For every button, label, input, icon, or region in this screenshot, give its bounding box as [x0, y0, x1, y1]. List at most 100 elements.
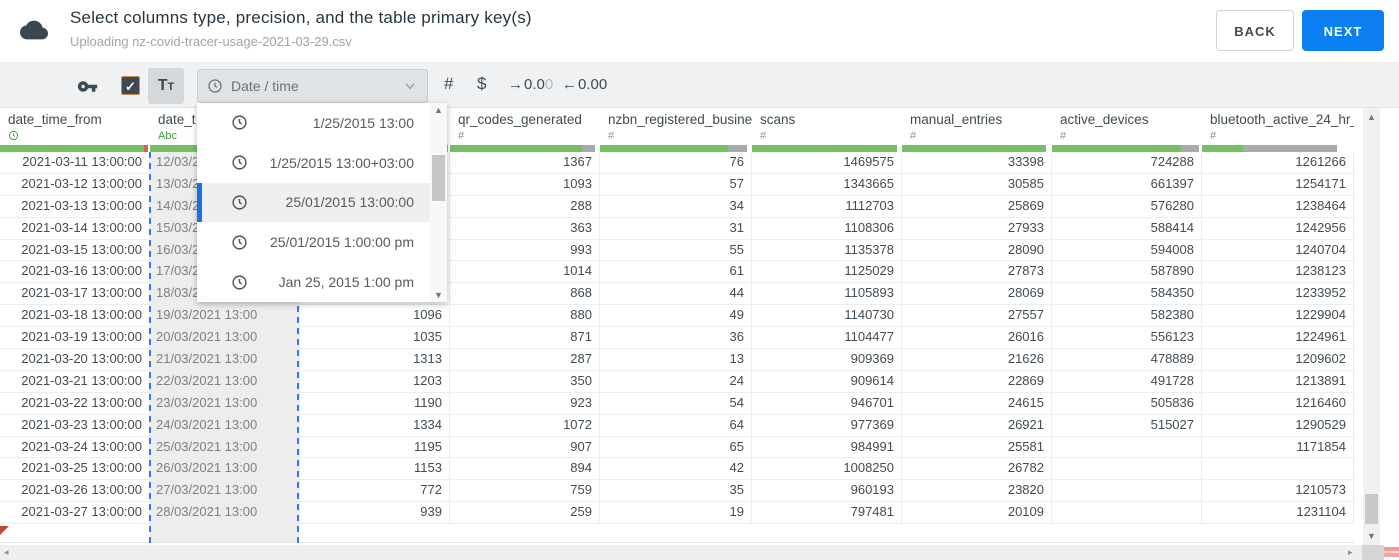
table-cell[interactable]: 491728 — [1052, 370, 1202, 392]
table-cell[interactable]: 594008 — [1052, 239, 1202, 261]
table-cell[interactable]: 576280 — [1052, 195, 1202, 217]
table-cell[interactable]: 478889 — [1052, 349, 1202, 370]
table-cell[interactable]: 1105893 — [752, 283, 902, 305]
dropdown-option[interactable]: 25/01/2015 13:00:00 — [197, 182, 430, 223]
table-cell[interactable]: 1290529 — [1202, 414, 1354, 436]
table-cell[interactable]: 36 — [600, 327, 752, 349]
table-cell[interactable]: 960193 — [752, 480, 902, 502]
table-cell[interactable]: 1190 — [300, 392, 450, 414]
column-header-qr_codes_generated[interactable]: qr_codes_generated # — [450, 108, 600, 145]
table-cell[interactable]: 19 — [600, 502, 752, 524]
table-cell[interactable]: 2021-03-27 13:00:00 — [0, 502, 150, 524]
table-cell[interactable]: 1334 — [300, 414, 450, 436]
table-cell[interactable]: 2021-03-16 13:00:00 — [0, 261, 150, 283]
table-cell[interactable]: 44 — [600, 283, 752, 305]
table-cell[interactable]: 33398 — [902, 152, 1052, 173]
table-cell[interactable]: 49 — [600, 305, 752, 327]
scroll-left-icon[interactable]: ◂ — [4, 547, 9, 558]
table-cell[interactable]: 30585 — [902, 173, 1052, 195]
table-cell[interactable]: 772 — [300, 480, 450, 502]
table-cell[interactable]: 28069 — [902, 283, 1052, 305]
table-cell[interactable]: 35 — [600, 480, 752, 502]
table-cell[interactable]: 584350 — [1052, 283, 1202, 305]
table-cell[interactable]: 2021-03-11 13:00:00 — [0, 152, 150, 173]
column-header-bluetooth_active_24_hr_[interactable]: bluetooth_active_24_hr_ # — [1202, 108, 1354, 145]
table-cell[interactable]: 1140730 — [752, 305, 902, 327]
table-cell[interactable]: 2021-03-19 13:00:00 — [0, 327, 150, 349]
table-cell[interactable]: 2021-03-13 13:00:00 — [0, 195, 150, 217]
table-cell[interactable]: 1238123 — [1202, 261, 1354, 283]
vertical-scroll-thumb[interactable] — [1365, 494, 1378, 524]
table-cell[interactable]: 993 — [450, 239, 600, 261]
table-cell[interactable]: 1224961 — [1202, 327, 1354, 349]
table-cell[interactable]: 13 — [600, 349, 752, 370]
table-cell[interactable]: 1171854 — [1202, 436, 1354, 458]
table-cell[interactable]: 880 — [450, 305, 600, 327]
table-cell[interactable]: 2021-03-24 13:00:00 — [0, 436, 150, 458]
column-header-nzbn_registered_busine[interactable]: nzbn_registered_busine # — [600, 108, 752, 145]
table-cell[interactable]: 28090 — [902, 239, 1052, 261]
table-cell[interactable]: 588414 — [1052, 217, 1202, 239]
table-cell[interactable]: 61 — [600, 261, 752, 283]
table-cell[interactable]: 25869 — [902, 195, 1052, 217]
primary-key-icon[interactable] — [77, 76, 98, 97]
scroll-up-icon[interactable]: ▲ — [1363, 112, 1380, 122]
table-cell[interactable]: 923 — [450, 392, 600, 414]
table-cell[interactable]: 24/03/2021 13:00 — [150, 414, 300, 436]
table-cell[interactable]: 1035 — [300, 327, 450, 349]
table-cell[interactable]: 1238464 — [1202, 195, 1354, 217]
table-cell[interactable]: 2021-03-12 13:00:00 — [0, 173, 150, 195]
table-cell[interactable] — [1052, 502, 1202, 524]
scroll-down-icon[interactable]: ▼ — [1363, 531, 1380, 541]
table-cell[interactable]: 1104477 — [752, 327, 902, 349]
table-cell[interactable]: 2021-03-14 13:00:00 — [0, 217, 150, 239]
table-cell[interactable]: 34 — [600, 195, 752, 217]
table-cell[interactable]: 350 — [450, 370, 600, 392]
table-cell[interactable]: 1242956 — [1202, 217, 1354, 239]
back-button[interactable]: BACK — [1216, 10, 1294, 51]
table-cell[interactable]: 1203 — [300, 370, 450, 392]
table-cell[interactable]: 2021-03-23 13:00:00 — [0, 414, 150, 436]
table-cell[interactable]: 28/03/2021 13:00 — [150, 502, 300, 524]
table-cell[interactable] — [1052, 436, 1202, 458]
table-cell[interactable]: 23820 — [902, 480, 1052, 502]
table-cell[interactable]: 1469575 — [752, 152, 902, 173]
table-cell[interactable]: 984991 — [752, 436, 902, 458]
dropdown-scroll-thumb[interactable] — [432, 155, 445, 201]
table-cell[interactable]: 1313 — [300, 349, 450, 370]
table-cell[interactable]: 797481 — [752, 502, 902, 524]
table-cell[interactable]: 582380 — [1052, 305, 1202, 327]
dropdown-option[interactable]: 25/01/2015 1:00:00 pm — [197, 222, 430, 262]
dropdown-scroll-up-icon[interactable]: ▲ — [430, 105, 447, 115]
table-cell[interactable]: 1096 — [300, 305, 450, 327]
table-cell[interactable]: 1233952 — [1202, 283, 1354, 305]
increase-decimal-button[interactable]: →0.00 — [508, 76, 553, 93]
next-button[interactable]: NEXT — [1302, 10, 1384, 51]
table-cell[interactable]: 894 — [450, 458, 600, 480]
table-cell[interactable]: 1072 — [450, 414, 600, 436]
table-cell[interactable]: 1216460 — [1202, 392, 1354, 414]
table-cell[interactable]: 26782 — [902, 458, 1052, 480]
horizontal-scrollbar[interactable]: ◂ ▸ — [0, 545, 1362, 560]
table-cell[interactable]: 871 — [450, 327, 600, 349]
boolean-type-checkbox[interactable]: ✓ — [121, 76, 140, 95]
table-cell[interactable]: 24 — [600, 370, 752, 392]
table-cell[interactable]: 1008250 — [752, 458, 902, 480]
table-cell[interactable]: 19/03/2021 13:00 — [150, 305, 300, 327]
table-cell[interactable]: 868 — [450, 283, 600, 305]
table-cell[interactable]: 939 — [300, 502, 450, 524]
table-cell[interactable] — [1052, 480, 1202, 502]
table-cell[interactable]: 1153 — [300, 458, 450, 480]
table-cell[interactable]: 27873 — [902, 261, 1052, 283]
table-cell[interactable]: 1229904 — [1202, 305, 1354, 327]
table-cell[interactable]: 1108306 — [752, 217, 902, 239]
table-cell[interactable]: 65 — [600, 436, 752, 458]
decrease-decimal-button[interactable]: ←0.00 — [562, 76, 607, 93]
table-cell[interactable] — [1202, 458, 1354, 480]
table-cell[interactable]: 27557 — [902, 305, 1052, 327]
table-cell[interactable]: 2021-03-22 13:00:00 — [0, 392, 150, 414]
table-cell[interactable]: 515027 — [1052, 414, 1202, 436]
number-type-button[interactable]: # — [444, 74, 453, 94]
table-cell[interactable]: 1213891 — [1202, 370, 1354, 392]
column-header-manual_entries[interactable]: manual_entries # — [902, 108, 1052, 145]
